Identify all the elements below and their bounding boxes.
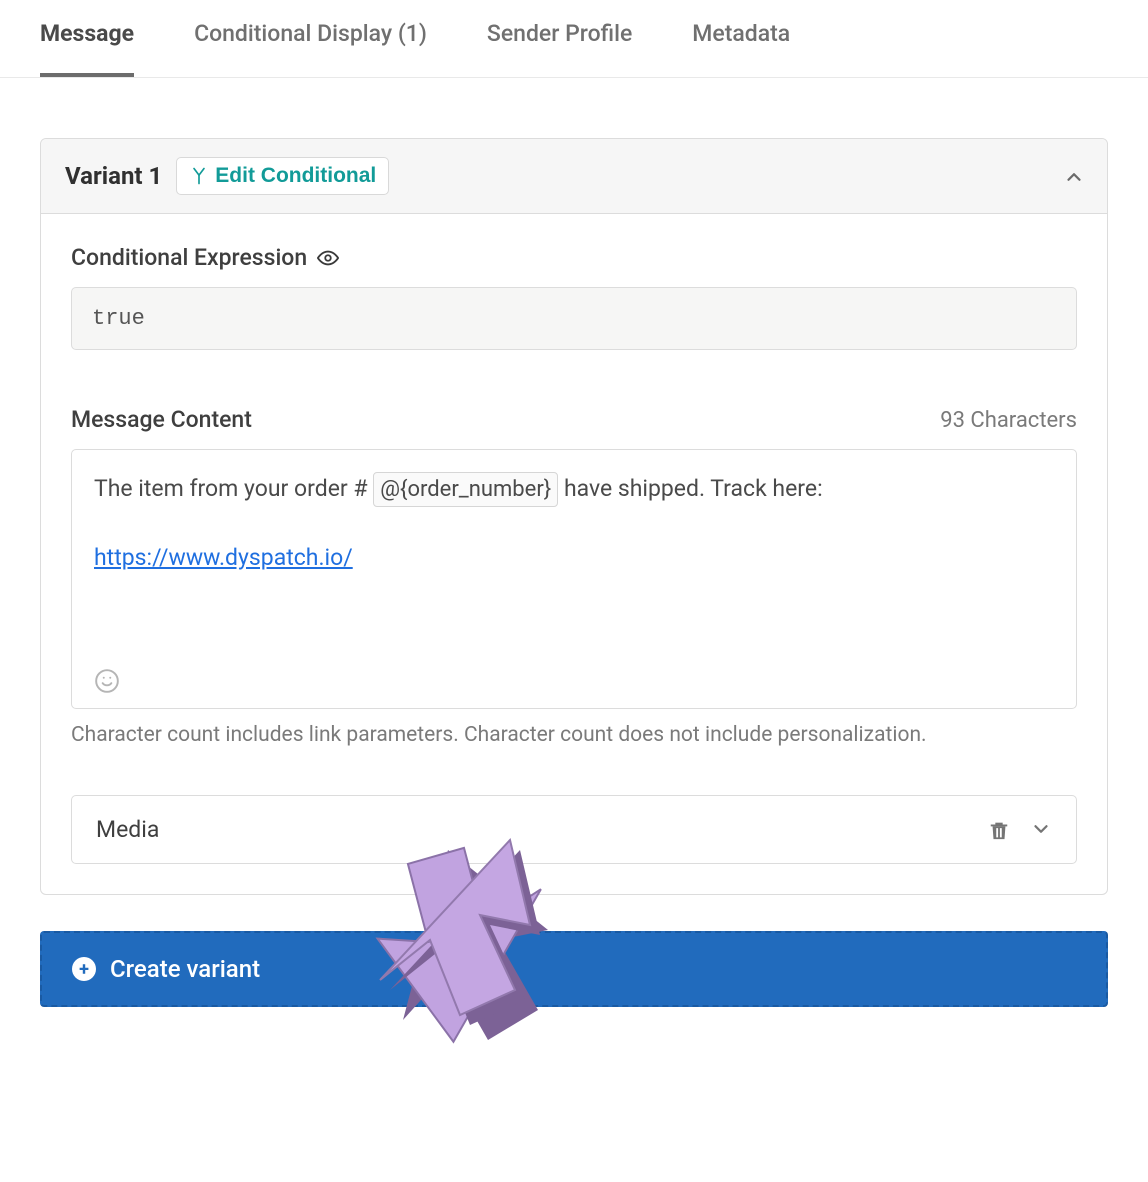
- tab-sender-profile[interactable]: Sender Profile: [487, 20, 632, 77]
- variant-title: Variant 1: [65, 162, 162, 190]
- media-label: Media: [96, 816, 159, 843]
- character-count-hint: Character count includes link parameters…: [71, 723, 1077, 747]
- content-text-suffix: have shipped. Track here:: [558, 475, 822, 502]
- plus-icon: +: [72, 957, 96, 981]
- edit-conditional-label: Edit Conditional: [215, 164, 376, 188]
- message-content-label: Message Content: [71, 406, 252, 433]
- edit-conditional-button[interactable]: Edit Conditional: [176, 157, 389, 195]
- tab-message[interactable]: Message: [40, 20, 134, 77]
- trash-icon[interactable]: [988, 818, 1010, 842]
- content-link[interactable]: https://www.dyspatch.io/: [94, 541, 353, 576]
- tab-metadata[interactable]: Metadata: [692, 20, 790, 77]
- content-text-prefix: The item from your order #: [94, 475, 373, 502]
- variant-header[interactable]: Variant 1 Edit Conditional: [41, 139, 1107, 214]
- chevron-up-icon[interactable]: [1063, 166, 1083, 186]
- chevron-down-icon[interactable]: [1030, 818, 1052, 842]
- media-section[interactable]: Media: [71, 795, 1077, 864]
- variant-panel: Variant 1 Edit Conditional Conditional E…: [40, 138, 1108, 895]
- conditional-expression-input[interactable]: true: [71, 287, 1077, 350]
- create-variant-button[interactable]: + Create variant: [40, 931, 1108, 1007]
- character-count: 93 Characters: [940, 408, 1077, 433]
- message-content-editor[interactable]: The item from your order # @{order_numbe…: [71, 449, 1077, 709]
- eye-icon[interactable]: [317, 247, 339, 269]
- create-variant-label: Create variant: [110, 955, 260, 983]
- emoji-icon[interactable]: [94, 668, 120, 694]
- tab-conditional-display[interactable]: Conditional Display (1): [194, 20, 427, 77]
- conditional-expression-label: Conditional Expression: [71, 244, 307, 271]
- branch-icon: [189, 166, 209, 186]
- tabs-bar: Message Conditional Display (1) Sender P…: [0, 0, 1148, 78]
- variable-token[interactable]: @{order_number}: [373, 472, 558, 507]
